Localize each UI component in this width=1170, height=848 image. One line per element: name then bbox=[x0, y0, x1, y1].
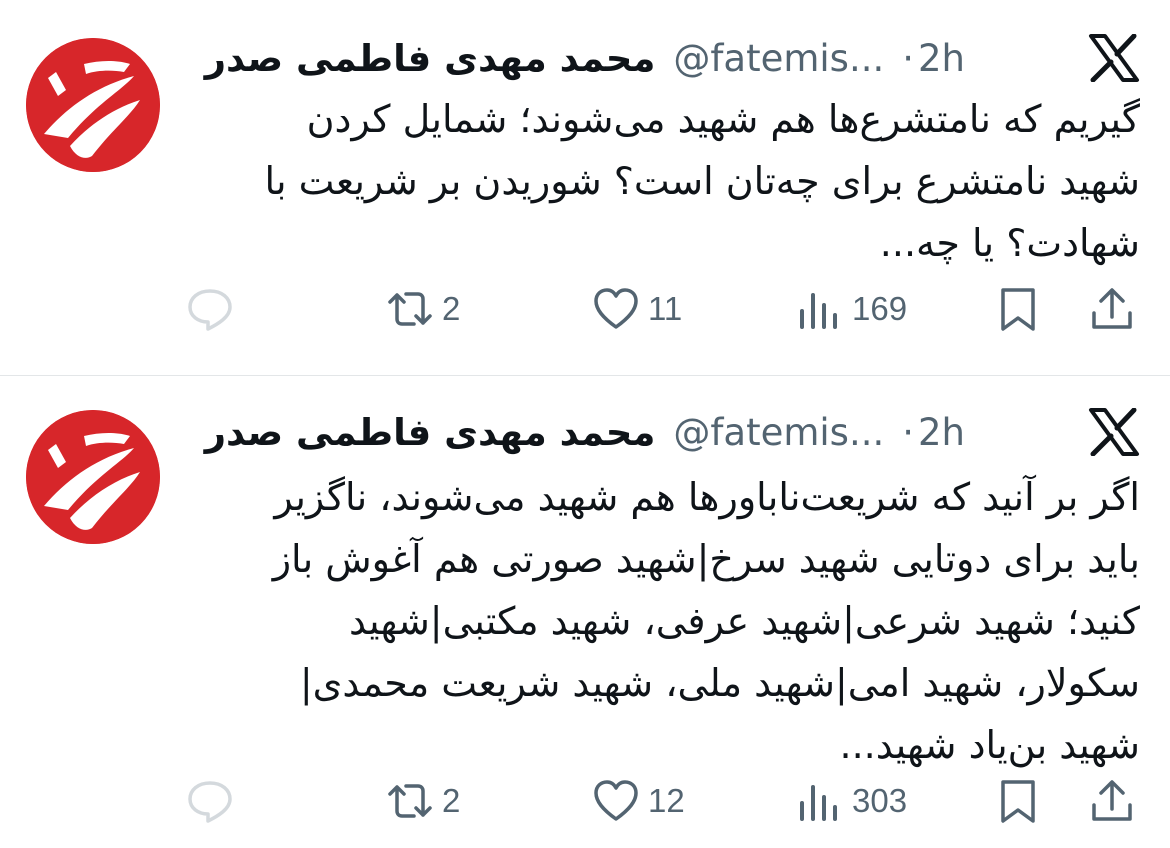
x-logo-icon[interactable] bbox=[1088, 408, 1140, 456]
reply-icon bbox=[188, 781, 232, 823]
tweet-text: گیریم که نامتشرع‌ها هم شهید می‌شوند؛ شما… bbox=[264, 97, 1140, 265]
retweet-button[interactable]: 2 bbox=[386, 281, 460, 337]
share-icon bbox=[1092, 288, 1132, 329]
views-icon bbox=[800, 785, 837, 821]
avatar-logo-icon bbox=[26, 410, 160, 544]
heart-icon bbox=[594, 288, 638, 329]
retweet-button[interactable]: 2 bbox=[386, 773, 460, 829]
tweet[interactable]: محمد مهدی فاطمی صدر @fatemis... · 2h اگر… bbox=[0, 376, 1170, 848]
tweet-actions: 2 11 169 bbox=[0, 281, 1170, 337]
author-name[interactable]: محمد مهدی فاطمی صدر bbox=[205, 37, 656, 80]
views-count: 303 bbox=[852, 782, 908, 819]
views-button[interactable]: 303 bbox=[796, 773, 907, 829]
reply-button[interactable] bbox=[186, 281, 242, 337]
views-count: 169 bbox=[852, 290, 908, 327]
like-count: 12 bbox=[648, 782, 685, 819]
timeline-feed: محمد مهدی فاطمی صدر @fatemis... · 2h گیر… bbox=[0, 0, 1170, 848]
timestamp[interactable]: 2h bbox=[918, 411, 965, 454]
timestamp[interactable]: 2h bbox=[918, 37, 965, 80]
retweet-icon bbox=[388, 292, 432, 326]
reply-button[interactable] bbox=[186, 773, 242, 829]
tweet[interactable]: محمد مهدی فاطمی صدر @fatemis... · 2h گیر… bbox=[0, 0, 1170, 375]
reply-icon bbox=[188, 289, 232, 331]
share-button[interactable] bbox=[1088, 281, 1136, 337]
tweet-actions: 2 12 303 bbox=[0, 773, 1170, 829]
retweet-count: 2 bbox=[442, 290, 461, 327]
separator-dot: · bbox=[902, 410, 914, 454]
like-count: 11 bbox=[648, 290, 683, 327]
tweet-header: محمد مهدی فاطمی صدر @fatemis... · 2h bbox=[205, 34, 965, 82]
tweet-text: اگر بر آنید که شریعت‌ناباورها هم شهید می… bbox=[272, 475, 1140, 767]
bookmark-icon bbox=[1001, 288, 1035, 331]
avatar[interactable] bbox=[26, 38, 160, 172]
views-icon bbox=[800, 293, 837, 329]
share-button[interactable] bbox=[1088, 773, 1136, 829]
retweet-icon bbox=[388, 784, 432, 818]
retweet-count: 2 bbox=[442, 782, 461, 819]
x-logo-icon[interactable] bbox=[1088, 34, 1140, 82]
bookmark-button[interactable] bbox=[994, 281, 1042, 337]
like-button[interactable]: 12 bbox=[592, 773, 685, 829]
author-handle[interactable]: @fatemis... bbox=[673, 37, 884, 80]
bookmark-icon bbox=[1001, 780, 1035, 823]
author-name[interactable]: محمد مهدی فاطمی صدر bbox=[205, 411, 656, 454]
author-handle[interactable]: @fatemis... bbox=[673, 411, 884, 454]
avatar[interactable] bbox=[26, 410, 160, 544]
tweet-header: محمد مهدی فاطمی صدر @fatemis... · 2h bbox=[205, 408, 965, 456]
avatar-logo-icon bbox=[26, 38, 160, 172]
share-icon bbox=[1092, 780, 1132, 821]
heart-icon bbox=[594, 780, 638, 821]
views-button[interactable]: 169 bbox=[796, 281, 907, 337]
like-button[interactable]: 11 bbox=[592, 281, 682, 337]
separator-dot: · bbox=[902, 36, 914, 80]
bookmark-button[interactable] bbox=[994, 773, 1042, 829]
